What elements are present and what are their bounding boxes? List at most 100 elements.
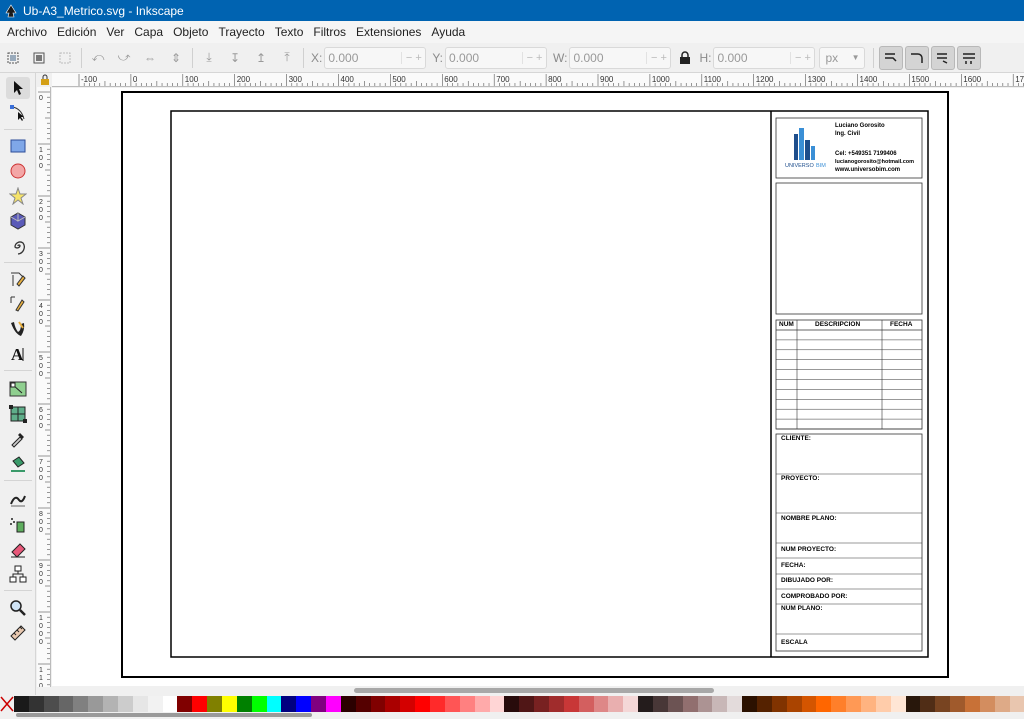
palette-swatch[interactable] — [489, 696, 505, 712]
palette-swatch[interactable] — [162, 696, 178, 712]
menu-filtros[interactable]: Filtros — [308, 21, 351, 43]
palette-swatch[interactable] — [459, 696, 475, 712]
palette-swatch[interactable] — [697, 696, 713, 712]
unit-select[interactable]: px ▼ — [819, 46, 866, 69]
tool-dropper[interactable] — [6, 428, 30, 450]
palette-swatch[interactable] — [118, 696, 133, 712]
palette-swatch[interactable] — [578, 696, 594, 712]
flip-horizontal-button[interactable]: ⇔ — [140, 48, 160, 68]
palette-swatch[interactable] — [266, 696, 282, 712]
palette-swatch[interactable] — [831, 696, 847, 712]
y-stepper-icon[interactable]: − + — [522, 51, 546, 64]
palette-swatch[interactable] — [786, 696, 802, 712]
palette-swatch[interactable] — [979, 696, 995, 712]
tool-spiral[interactable] — [6, 235, 30, 257]
palette-swatch[interactable] — [326, 696, 341, 712]
palette-swatch[interactable] — [519, 696, 535, 712]
palette-swatch[interactable] — [667, 696, 683, 712]
palette-swatch[interactable] — [727, 696, 743, 712]
x-stepper-icon[interactable]: − + — [401, 51, 425, 64]
horizontal-ruler[interactable]: -100 0 100 200 300 400 500 600 700 800 900 1000 1100… — [52, 73, 1024, 87]
tool-node-editor[interactable] — [6, 102, 30, 124]
select-all-button[interactable] — [3, 48, 23, 68]
palette-swatch[interactable] — [860, 696, 876, 712]
tool-pencil[interactable] — [6, 268, 30, 290]
palette-swatch[interactable] — [593, 696, 609, 712]
palette-swatch[interactable] — [132, 696, 148, 712]
tool-circle[interactable] — [6, 160, 30, 182]
ruler-corner-lock[interactable] — [37, 73, 52, 87]
palette-swatch[interactable] — [801, 696, 817, 712]
menu-edicion[interactable]: Edición — [52, 21, 101, 43]
select-all-layers-button[interactable] — [29, 48, 49, 68]
palette-swatch[interactable] — [965, 696, 980, 712]
palette-swatch[interactable] — [430, 696, 445, 712]
flip-vertical-button[interactable]: ⇕ — [166, 48, 186, 68]
palette-swatch[interactable] — [147, 696, 163, 712]
lock-proportions-button[interactable] — [677, 50, 693, 66]
tool-3d-box[interactable] — [6, 210, 30, 232]
palette-swatch[interactable] — [222, 696, 237, 712]
palette-swatch[interactable] — [756, 696, 772, 712]
w-stepper-icon[interactable]: − + — [646, 51, 670, 64]
tool-spray[interactable] — [6, 513, 30, 535]
palette-swatch[interactable] — [608, 696, 624, 712]
palette-swatch[interactable] — [43, 696, 59, 712]
tool-pen[interactable] — [6, 293, 30, 315]
lower-button[interactable]: ↧ — [225, 48, 245, 68]
palette-swatch[interactable] — [177, 696, 193, 712]
x-input[interactable]: 0.000 − + — [324, 46, 427, 69]
palette-swatch[interactable] — [548, 696, 564, 712]
deselect-button[interactable] — [55, 48, 75, 68]
menu-trayecto[interactable]: Trayecto — [213, 21, 269, 43]
y-input[interactable]: 0.000 − + — [445, 46, 548, 69]
palette-swatch[interactable] — [14, 696, 29, 712]
horizontal-scrollbar-thumb[interactable] — [354, 688, 714, 693]
tool-rectangle[interactable] — [6, 135, 30, 157]
h-stepper-icon[interactable]: − + — [790, 51, 814, 64]
palette-swatch[interactable] — [474, 696, 490, 712]
menu-objeto[interactable]: Objeto — [168, 21, 213, 43]
tool-selector[interactable] — [6, 77, 30, 99]
palette-swatch[interactable] — [370, 696, 386, 712]
palette-swatch[interactable] — [875, 696, 891, 712]
drawing-canvas[interactable]: Luciano Gorosito Ing. Civil Cel: +549351… — [52, 88, 1024, 686]
menu-texto[interactable]: Texto — [270, 21, 309, 43]
palette-swatch[interactable] — [682, 696, 698, 712]
palette-swatch[interactable] — [816, 696, 832, 712]
menu-ver[interactable]: Ver — [101, 21, 129, 43]
palette-swatch[interactable] — [73, 696, 89, 712]
tool-tweak[interactable] — [6, 488, 30, 510]
palette-swatch[interactable] — [742, 696, 757, 712]
palette-swatch[interactable] — [207, 696, 223, 712]
tool-mesh[interactable] — [6, 403, 30, 425]
palette-swatch[interactable] — [504, 696, 520, 712]
tool-measure[interactable] — [6, 622, 30, 644]
palette-swatch[interactable] — [534, 696, 549, 712]
palette-swatch[interactable] — [905, 696, 921, 712]
tool-gradient[interactable] — [6, 378, 30, 400]
menu-ayuda[interactable]: Ayuda — [426, 21, 470, 43]
palette-swatch[interactable] — [192, 696, 208, 712]
palette-swatch[interactable] — [340, 696, 356, 712]
palette-swatch[interactable] — [638, 696, 653, 712]
tool-star[interactable] — [6, 185, 30, 207]
scale-stroke-button[interactable] — [879, 45, 904, 70]
palette-swatch[interactable] — [950, 696, 965, 712]
no-paint-swatch[interactable] — [0, 696, 14, 712]
vertical-ruler[interactable]: 010020030040050060070080090010001100 — [37, 87, 51, 687]
palette-swatch[interactable] — [281, 696, 297, 712]
tool-paint-bucket[interactable] — [6, 453, 30, 475]
palette-swatch[interactable] — [236, 696, 252, 712]
horizontal-scrollbar[interactable] — [52, 686, 1024, 696]
palette-swatch[interactable] — [296, 696, 312, 712]
menu-extensiones[interactable]: Extensiones — [351, 21, 426, 43]
palette-swatch[interactable] — [415, 696, 431, 712]
palette-swatch[interactable] — [771, 696, 787, 712]
transform-patterns-button[interactable] — [957, 45, 982, 70]
lower-to-bottom-button[interactable]: ⤓ — [199, 48, 219, 68]
scale-radii-button[interactable] — [905, 45, 930, 70]
palette-swatch[interactable] — [712, 696, 728, 712]
palette-swatch[interactable] — [890, 696, 906, 712]
palette-swatch[interactable] — [400, 696, 416, 712]
